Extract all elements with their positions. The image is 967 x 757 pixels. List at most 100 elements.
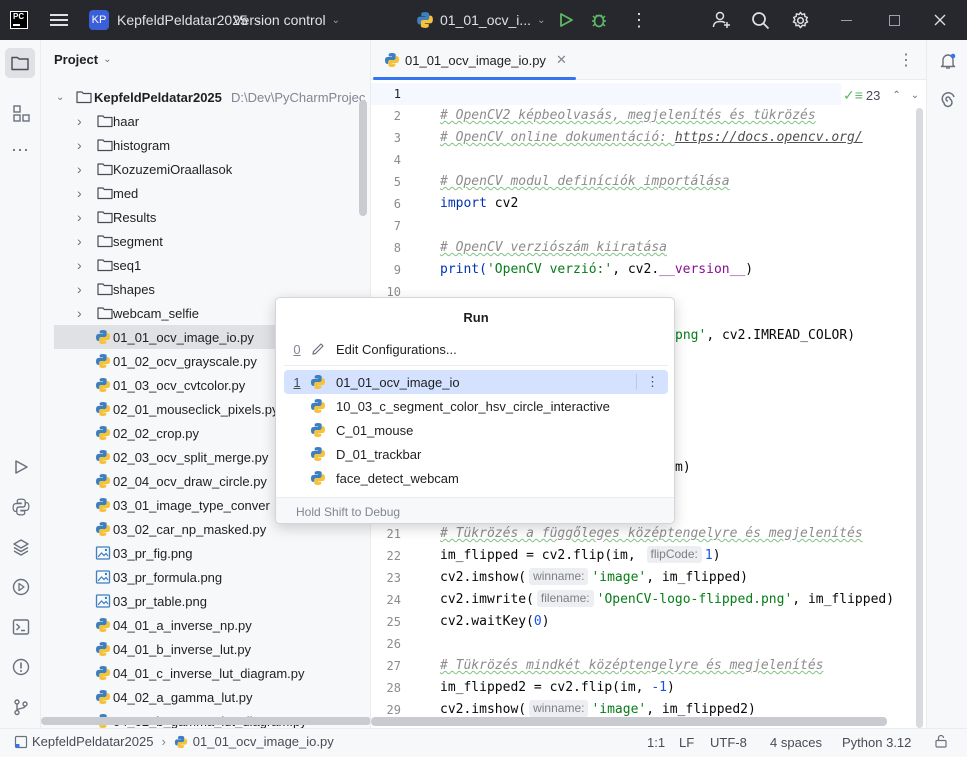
line-separator[interactable]: LF [679, 735, 694, 750]
run-button[interactable] [558, 0, 574, 40]
tree-folder[interactable]: › segment [41, 229, 370, 253]
line-number: 3 [393, 131, 401, 145]
chevron-down-icon[interactable]: ⌄ [911, 90, 919, 101]
debug-button[interactable] [590, 0, 608, 40]
editor-vscrollbar[interactable] [916, 108, 923, 728]
tree-file[interactable]: 04_02_a_gamma_lut.py [41, 685, 370, 709]
edit-configurations-item[interactable]: 0 Edit Configurations... [284, 337, 668, 361]
git-branch-icon [13, 698, 28, 715]
run-tool-button[interactable] [8, 454, 33, 479]
editor-tab[interactable]: 01_01_ocv_image_io.py ✕ [371, 40, 576, 80]
folder-icon [97, 163, 113, 176]
tree-file[interactable]: 03_pr_fig.png [41, 541, 370, 565]
code-line-28: im_flipped2 = cv2.flip(im, -1) [440, 677, 675, 699]
more-icon: ⋮ [630, 10, 648, 30]
indent-setting[interactable]: 4 spaces [770, 735, 822, 750]
code-link[interactable]: https://docs.opencv.org/ [675, 130, 863, 145]
editor-hscrollbar[interactable] [371, 717, 887, 726]
project-scrollbar[interactable] [359, 100, 367, 216]
tree-folder[interactable]: › med [41, 181, 370, 205]
run-config-item[interactable]: 1 01_01_ocv_image_io ⋮ [284, 370, 668, 394]
python-icon [311, 447, 325, 461]
run-config-selector[interactable]: 01_01_ocv_i... ⌄ [416, 0, 545, 40]
problems-button[interactable] [8, 654, 33, 679]
tree-folder[interactable]: › KozuzemiOraallasok [41, 157, 370, 181]
chevron-down-icon: ⌄ [331, 14, 340, 26]
project-hscrollbar[interactable] [41, 717, 370, 725]
tree-file[interactable]: 03_pr_formula.png [41, 565, 370, 589]
folder-icon [97, 307, 113, 320]
breadcrumb-project-label: KepfeldPeldatar2025 [32, 734, 154, 749]
more-actions-button[interactable]: ⋮ [630, 0, 648, 40]
structure-tool-button[interactable] [8, 100, 33, 125]
tree-file-label: 01_03_ocv_cvtcolor.py [113, 377, 246, 393]
maximize-button[interactable] [889, 0, 900, 40]
run-config-item[interactable]: face_detect_webcam [284, 466, 668, 490]
tree-file-label: 02_04_ocv_draw_circle.py [113, 473, 267, 489]
tree-file[interactable]: 04_01_a_inverse_np.py [41, 613, 370, 637]
close-tab-icon[interactable]: ✕ [556, 52, 567, 68]
app-logo[interactable]: PC [10, 11, 28, 29]
current-line-highlight [371, 83, 841, 105]
services-button[interactable] [8, 574, 33, 599]
python-file-icon [96, 666, 110, 680]
python-console-button[interactable] [8, 494, 33, 519]
notifications-button[interactable] [935, 48, 960, 73]
minimize-button[interactable] [841, 0, 852, 40]
run-config-item[interactable]: D_01_trackbar [284, 442, 668, 466]
tree-root[interactable]: ⌄ KepfeldPeldatar2025 D:\Dev\PyCharmProj… [41, 85, 370, 109]
tree-file[interactable]: 03_pr_table.png [41, 589, 370, 613]
python-file-icon [96, 618, 110, 632]
line-number: 26 [386, 637, 401, 651]
run-config-item[interactable]: 10_03_c_segment_color_hsv_circle_interac… [284, 394, 668, 418]
item-more-icon[interactable]: ⋮ [636, 374, 668, 390]
code-with-me-button[interactable] [712, 0, 732, 40]
code-text: , cv2. [612, 262, 660, 277]
version-control-menu[interactable]: Version control ⌄ [233, 0, 340, 40]
close-window-button[interactable] [934, 0, 946, 40]
breadcrumb-project[interactable]: KepfeldPeldatar2025 [14, 734, 153, 749]
ai-assistant-button[interactable] [935, 88, 960, 113]
tree-file[interactable]: 04_01_c_inverse_lut_diagram.py [41, 661, 370, 685]
line-number: 21 [386, 527, 401, 541]
more-tools-button[interactable]: ⋯ [8, 138, 33, 163]
parameter-hint: winname: [529, 568, 589, 585]
python-packages-button[interactable] [8, 534, 33, 559]
settings-button[interactable] [791, 0, 810, 40]
tree-folder[interactable]: › haar [41, 109, 370, 133]
python-file-icon [385, 53, 399, 67]
tree-file[interactable]: 04_01_b_inverse_lut.py [41, 637, 370, 661]
run-config-shortcut: 1 [293, 374, 301, 390]
tab-list-button[interactable]: ⋮ [898, 50, 914, 70]
folder-icon [97, 115, 113, 128]
tree-file-label: 03_02_car_np_masked.py [113, 521, 267, 537]
chevron-up-icon[interactable]: ⌃ [892, 90, 900, 101]
project-panel-header[interactable]: Project ⌄ [54, 52, 111, 67]
project-tool-button[interactable] [5, 48, 35, 78]
git-button[interactable] [8, 694, 33, 719]
project-badge: KP [89, 10, 109, 30]
caret-position[interactable]: 1:1 [647, 735, 665, 750]
python-interpreter[interactable]: Python 3.12 [842, 735, 911, 750]
tree-file-label: 02_03_ocv_split_merge.py [113, 449, 269, 465]
tree-folder[interactable]: › seq1 [41, 253, 370, 277]
code-line-6: import cv2 [440, 193, 518, 215]
tree-folder-label: med [113, 185, 139, 201]
lock-icon[interactable] [934, 734, 948, 751]
editor-tab-bar: 01_01_ocv_image_io.py ✕ ⋮ [371, 40, 926, 80]
tree-folder[interactable]: › Results [41, 205, 370, 229]
terminal-button[interactable] [8, 614, 33, 639]
terminal-icon [12, 618, 29, 635]
search-everywhere-button[interactable] [751, 0, 770, 40]
tree-file-label: 04_01_a_inverse_np.py [113, 617, 252, 633]
file-encoding[interactable]: UTF-8 [710, 735, 747, 750]
problems-icon [12, 658, 29, 675]
inspection-widget[interactable]: ✓≡ 23 ⌃ ⌄ [843, 87, 919, 104]
settings-icon [792, 11, 809, 28]
run-config-item[interactable]: C_01_mouse [284, 418, 668, 442]
line-number: 25 [386, 615, 401, 629]
breadcrumb-file[interactable]: 01_01_ocv_image_io.py [174, 734, 334, 749]
tree-folder[interactable]: › histogram [41, 133, 370, 157]
hamburger-menu-button[interactable] [50, 0, 70, 40]
python-file-icon [96, 450, 110, 464]
